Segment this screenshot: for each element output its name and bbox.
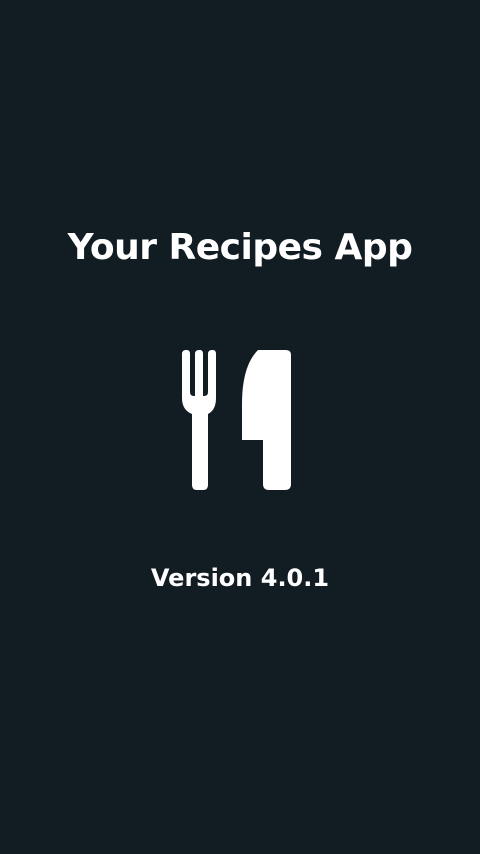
fork-and-knife-icon <box>182 350 291 490</box>
fork-icon <box>182 350 216 490</box>
knife-icon <box>242 350 291 490</box>
app-title: Your Recipes App <box>67 227 413 268</box>
splash-screen: Your Recipes App Version 4.0.1 <box>0 0 480 854</box>
version-label: Version 4.0.1 <box>150 564 330 592</box>
